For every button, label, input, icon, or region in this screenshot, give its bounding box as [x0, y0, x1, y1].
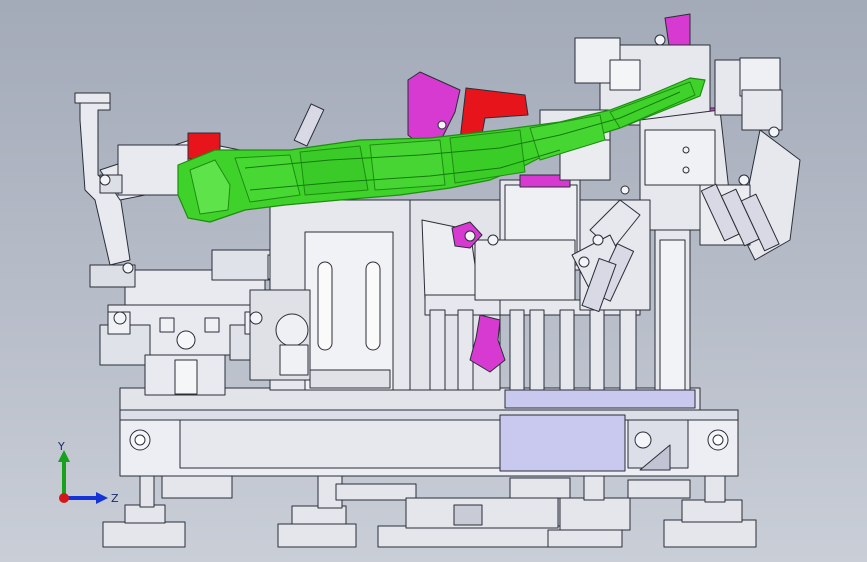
y-axis-label: Y	[57, 440, 65, 453]
base-beam	[119, 387, 739, 477]
z-axis-label: Z	[111, 492, 119, 505]
base-feet	[102, 473, 757, 548]
fixture-assembly-model[interactable]	[0, 0, 867, 562]
x-axis-dot	[59, 493, 69, 503]
cad-viewport[interactable]: Y Z	[0, 0, 867, 562]
z-axis-arrowhead	[96, 492, 108, 504]
axis-triad: Y Z	[57, 440, 119, 505]
